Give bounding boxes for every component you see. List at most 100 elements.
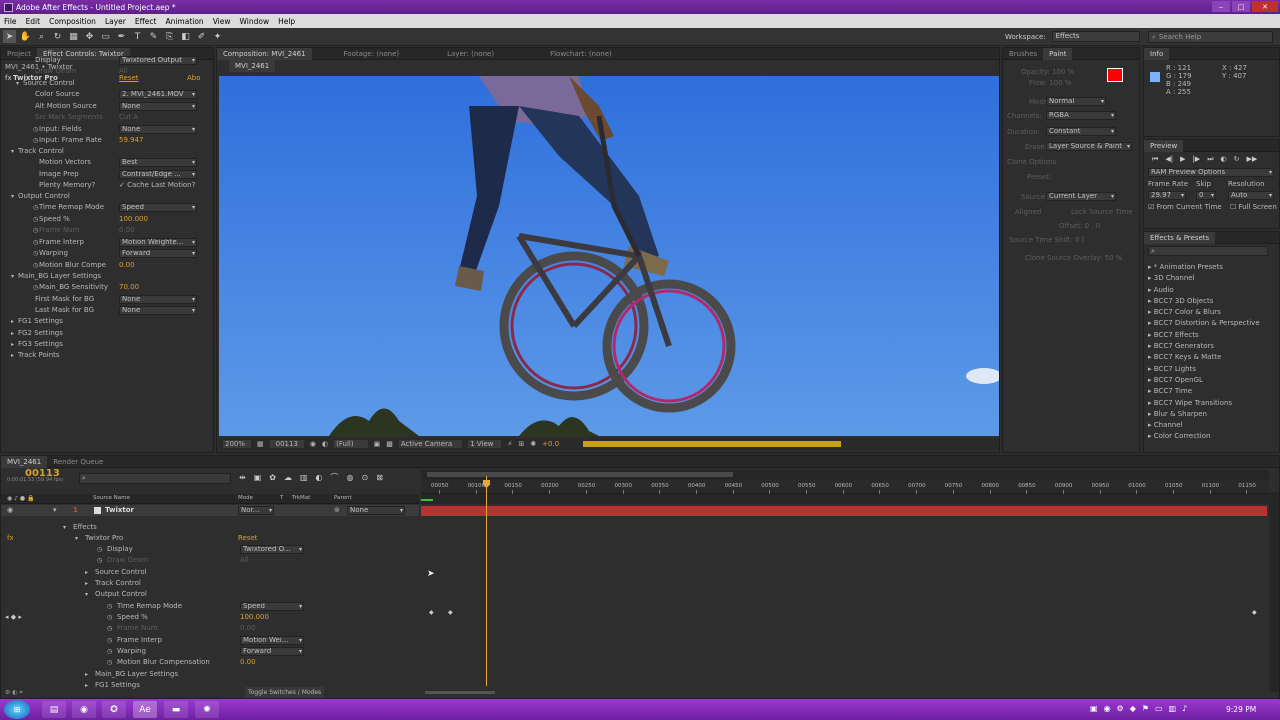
- tray-icon-2[interactable]: ◉: [1104, 704, 1111, 713]
- col-source-name[interactable]: Source Name: [93, 493, 130, 504]
- keyframe-speed-end[interactable]: ◆: [1252, 609, 1257, 616]
- brainstorm-icon[interactable]: ◍: [347, 473, 354, 482]
- fx-category-item[interactable]: ▸ BCC7 Generators: [1148, 341, 1260, 352]
- parent-pickwhip-icon[interactable]: ⊚: [334, 505, 340, 516]
- resolution-dropdown[interactable]: (Full): [334, 440, 368, 448]
- tab-composition[interactable]: Composition: MVI_2461: [217, 47, 312, 60]
- show-channel-icon[interactable]: ◐: [322, 440, 328, 448]
- tl-prop-value-1[interactable]: Reset: [238, 533, 258, 544]
- layer-expand-arrow-icon[interactable]: ▾: [53, 505, 57, 516]
- puppet-tool-icon[interactable]: ✦: [211, 30, 224, 43]
- fx-category-item[interactable]: ▸ BCC7 Effects: [1148, 330, 1260, 341]
- layer-name[interactable]: Twixtor: [105, 505, 134, 516]
- fx-category-item[interactable]: ▸ * Animation Presets: [1148, 262, 1260, 273]
- frame-rate-dropdown[interactable]: 29.97: [1148, 191, 1186, 200]
- auto-keyframe-icon[interactable]: ⊙: [362, 473, 369, 482]
- keyframe-speed-1[interactable]: ◆: [429, 609, 434, 616]
- taskbar-after-effects-icon[interactable]: Ae: [133, 701, 157, 718]
- tl-expand-arrow-icon[interactable]: ▸: [85, 567, 88, 578]
- next-frame-icon[interactable]: |▶: [1192, 155, 1200, 163]
- ec-value-22[interactable]: None: [119, 306, 197, 315]
- tl-stopwatch-icon[interactable]: ◷: [107, 646, 112, 657]
- taskbar-media-icon[interactable]: ✺: [195, 701, 219, 718]
- col-mode[interactable]: Mode: [238, 493, 253, 504]
- tl-stopwatch-icon[interactable]: ◷: [97, 555, 102, 566]
- ec-expand-arrow-icon[interactable]: ▾: [11, 271, 14, 282]
- magnification-dropdown[interactable]: 200%: [223, 440, 252, 448]
- ram-preview-options-dropdown[interactable]: RAM Preview Options: [1148, 168, 1274, 177]
- fx-category-item[interactable]: ▸ Blur & Sharpen: [1148, 409, 1260, 420]
- render-icon[interactable]: ⊠: [376, 473, 383, 482]
- menu-view[interactable]: View: [213, 17, 231, 26]
- col-trkmat[interactable]: TrkMat: [292, 493, 310, 504]
- rotate-tool-icon[interactable]: ↻: [51, 30, 64, 43]
- prev-frame-icon[interactable]: ◀|: [1165, 155, 1173, 163]
- timeline-zoom-slider[interactable]: [425, 691, 495, 694]
- about-link[interactable]: Abo: [187, 73, 201, 84]
- col-parent[interactable]: Parent: [334, 493, 352, 504]
- ec-value-17[interactable]: Forward: [119, 249, 197, 258]
- tray-icon-3[interactable]: ⚙: [1117, 704, 1124, 713]
- tl-expand-arrow-icon[interactable]: ▸: [85, 669, 88, 680]
- tl-stopwatch-icon[interactable]: ◷: [107, 601, 112, 612]
- tab-layer[interactable]: Layer: (none): [441, 48, 500, 60]
- keyframe-navigator-icon[interactable]: ◂ ◆ ▸: [5, 612, 22, 623]
- stopwatch-icon[interactable]: ◷: [33, 225, 38, 236]
- roto-brush-tool-icon[interactable]: ✐: [195, 30, 208, 43]
- text-tool-icon[interactable]: T: [131, 30, 144, 43]
- fx-category-item[interactable]: ▸ BCC7 Distortion & Perspective: [1148, 318, 1260, 329]
- menu-window[interactable]: Window: [240, 17, 270, 26]
- tl-expand-arrow-icon[interactable]: ▸: [85, 578, 88, 589]
- rectangle-tool-icon[interactable]: ▭: [99, 30, 112, 43]
- menu-layer[interactable]: Layer: [105, 17, 126, 26]
- menu-composition[interactable]: Composition: [49, 17, 96, 26]
- foreground-color-swatch[interactable]: [1107, 68, 1123, 82]
- taskbar-clock[interactable]: 9:29 PM: [1226, 705, 1256, 714]
- tl-stopwatch-icon[interactable]: ◷: [107, 623, 112, 634]
- tl-expand-arrow-icon[interactable]: ▾: [75, 533, 78, 544]
- fx-category-item[interactable]: ▸ BCC7 Lights: [1148, 364, 1260, 375]
- region-of-interest-icon[interactable]: ▣: [374, 440, 381, 448]
- hand-tool-icon[interactable]: ✋: [19, 30, 32, 43]
- layer-duration-bar[interactable]: [421, 506, 1267, 516]
- ec-expand-arrow-icon[interactable]: ▸: [11, 339, 14, 350]
- stopwatch-icon[interactable]: ◷: [33, 135, 38, 146]
- hide-shy-icon[interactable]: ☁: [284, 473, 292, 482]
- composition-viewer[interactable]: [219, 76, 999, 436]
- ec-value-0[interactable]: Twixtored Output: [119, 56, 197, 65]
- clone-tool-icon[interactable]: ⎘: [163, 30, 176, 43]
- tl-expand-arrow-icon[interactable]: ▾: [85, 589, 88, 600]
- exposure-value[interactable]: +0.0: [542, 440, 559, 448]
- ec-value-4[interactable]: None: [119, 102, 197, 111]
- search-help-field[interactable]: ⌕ Search Help: [1148, 31, 1273, 43]
- effects-search-input[interactable]: ⌕: [1148, 246, 1268, 256]
- taskbar-browser-icon[interactable]: ✪: [102, 701, 126, 718]
- tab-info[interactable]: Info: [1144, 47, 1170, 60]
- tl-prop-value-8[interactable]: 100.000: [240, 612, 269, 623]
- from-current-time-checkbox[interactable]: ☑ From Current Time: [1148, 203, 1222, 211]
- menu-edit[interactable]: Edit: [26, 17, 41, 26]
- loop-icon[interactable]: ↻: [1234, 155, 1240, 163]
- first-frame-icon[interactable]: ⏮: [1152, 155, 1158, 164]
- graph-editor-icon[interactable]: ⌒: [331, 472, 339, 483]
- pen-tool-icon[interactable]: ✒: [115, 30, 128, 43]
- tl-stopwatch-icon[interactable]: ◷: [97, 544, 102, 555]
- tl-prop-value-7[interactable]: Speed: [240, 602, 304, 611]
- keyframe-speed-2[interactable]: ◆: [448, 609, 453, 616]
- tab-footage[interactable]: Footage: (none): [338, 48, 406, 60]
- fx-category-item[interactable]: ▸ Color Correction: [1148, 431, 1260, 442]
- exposure-icon[interactable]: ✺: [530, 440, 536, 448]
- ec-value-10[interactable]: Contrast/Edge ...: [119, 170, 197, 179]
- eraser-tool-icon[interactable]: ◧: [179, 30, 192, 43]
- fx-category-item[interactable]: ▸ BCC7 3D Objects: [1148, 296, 1260, 307]
- frame-blending-icon[interactable]: ▥: [300, 473, 308, 482]
- tray-flag-icon[interactable]: ⚑: [1142, 704, 1149, 713]
- tl-fx-switch-icon[interactable]: fx: [7, 533, 14, 544]
- close-button[interactable]: ✕: [1252, 1, 1278, 12]
- ec-expand-arrow-icon[interactable]: ▾: [16, 78, 19, 89]
- layer-video-eye-icon[interactable]: ◉: [7, 505, 13, 516]
- menu-file[interactable]: File: [4, 17, 17, 26]
- ec-expand-arrow-icon[interactable]: ▸: [11, 316, 14, 327]
- layer-color-label[interactable]: [94, 507, 101, 514]
- play-icon[interactable]: ▶: [1180, 155, 1185, 163]
